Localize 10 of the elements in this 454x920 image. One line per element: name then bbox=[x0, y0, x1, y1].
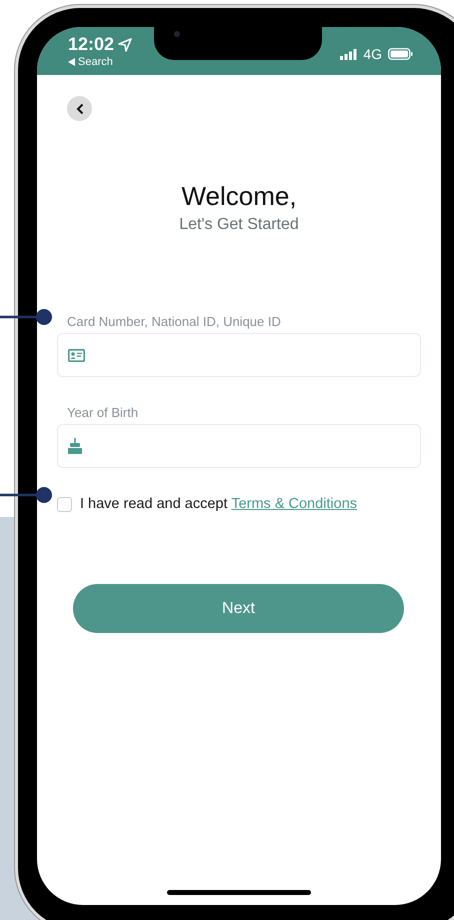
network-label: 4G bbox=[363, 46, 382, 62]
back-link[interactable]: Search bbox=[78, 56, 113, 68]
field-label: Card Number, National ID, Unique ID bbox=[67, 314, 282, 329]
terms-text: I have read and accept Terms & Conditions bbox=[80, 496, 358, 512]
next-button[interactable]: Next bbox=[73, 584, 404, 633]
terms-link[interactable]: Terms & Conditions bbox=[231, 496, 358, 512]
welcome-title: Welcome, bbox=[180, 181, 298, 212]
welcome-subtitle: Let's Get Started bbox=[178, 216, 300, 234]
field-label: Year of Birth bbox=[67, 405, 140, 420]
status-time: 12:02 bbox=[68, 34, 114, 55]
